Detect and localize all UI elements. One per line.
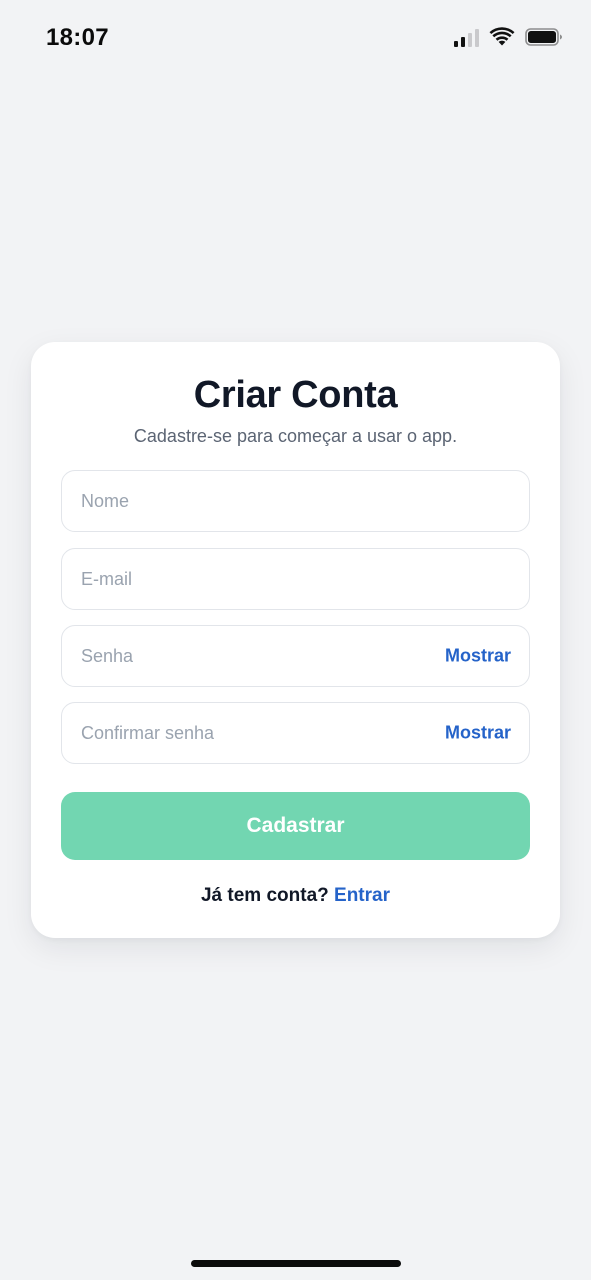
name-field[interactable] <box>61 470 530 532</box>
signup-screen: 18:07 Criar Conta Cadastre-se para começ… <box>0 0 591 1280</box>
email-field[interactable] <box>61 548 530 610</box>
status-bar: 18:07 <box>0 0 591 76</box>
login-prompt-text: Já tem conta? <box>200 885 329 906</box>
signup-card: Criar Conta Cadastre-se para começar a u… <box>31 342 560 938</box>
password-field[interactable]: Mostrar <box>61 625 530 687</box>
email-input[interactable] <box>62 549 529 609</box>
login-prompt: Já tem conta? Entrar <box>31 885 560 907</box>
login-link[interactable]: Entrar <box>334 885 390 906</box>
show-password-button[interactable]: Mostrar <box>445 646 511 667</box>
home-indicator[interactable] <box>191 1260 401 1267</box>
signal-icon <box>454 27 479 47</box>
wifi-icon <box>489 27 515 46</box>
battery-icon <box>525 28 562 46</box>
page-subtitle: Cadastre-se para começar a usar o app. <box>133 426 458 446</box>
name-input[interactable] <box>62 471 529 531</box>
show-confirm-password-button[interactable]: Mostrar <box>445 723 511 744</box>
page-title: Criar Conta <box>193 374 398 416</box>
status-time: 18:07 <box>46 24 109 51</box>
submit-button[interactable]: Cadastrar <box>61 792 530 860</box>
confirm-password-field[interactable]: Mostrar <box>61 702 530 764</box>
status-icons <box>454 27 563 47</box>
